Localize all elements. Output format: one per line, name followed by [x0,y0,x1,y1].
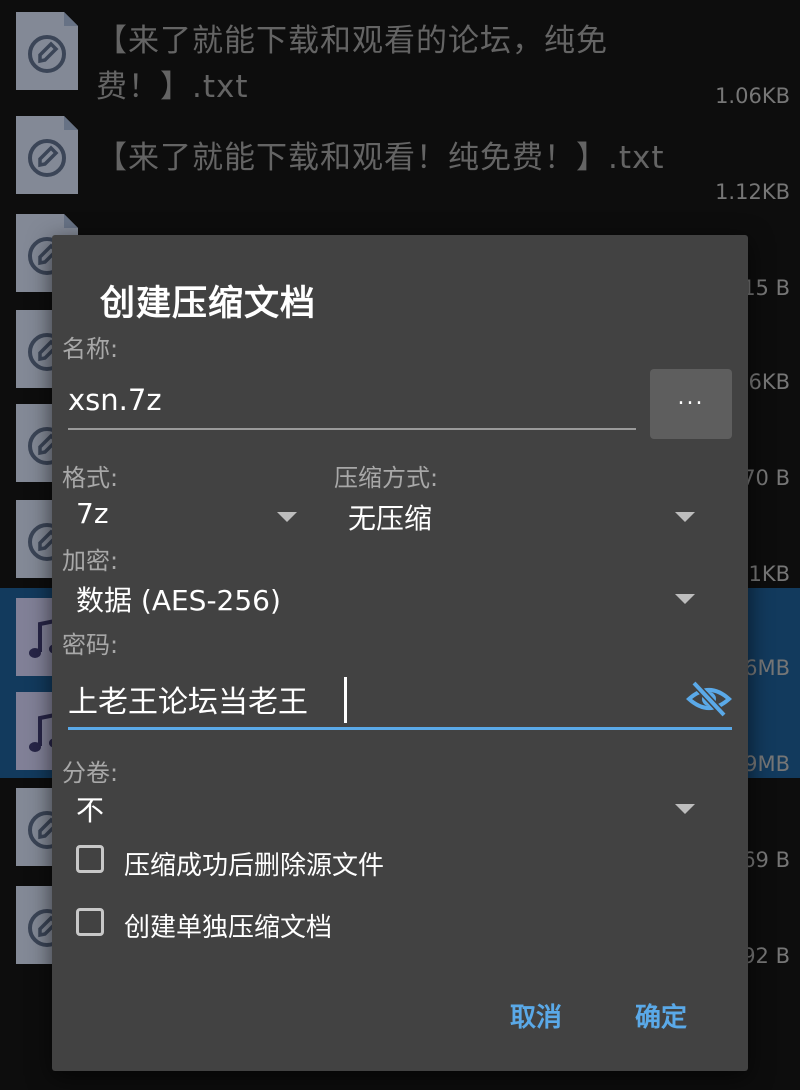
split-volume-label: 分卷: [62,759,119,787]
confirm-button[interactable]: 确定 [635,997,687,1034]
encryption-label: 加密: [62,547,119,575]
delete-source-checkbox-row[interactable]: 压缩成功后删除源文件 [72,839,492,885]
separate-archive-checkbox-row[interactable]: 创建单独压缩文档 [72,901,492,947]
browse-button[interactable]: ... [650,369,732,439]
cancel-button[interactable]: 取消 [510,997,562,1034]
split-volume-dropdown[interactable]: 不 [62,785,706,833]
eye-off-icon[interactable] [686,679,732,719]
name-input[interactable]: xsn.7z [68,383,162,417]
password-input-underline [68,727,732,730]
compression-method-dropdown[interactable]: 无压缩 [334,493,706,541]
split-volume-value: 不 [76,794,105,827]
caret-down-icon [675,594,695,604]
dialog-title: 创建压缩文档 [100,284,317,324]
format-value: 7z [76,497,109,530]
caret-down-icon [675,512,695,522]
delete-source-checkbox[interactable] [76,845,104,873]
separate-archive-checkbox[interactable] [76,908,104,936]
encryption-value: 数据 (AES-256) [76,584,281,617]
create-archive-dialog: 创建压缩文档 名称: xsn.7z ... 格式: 压缩方式: 7z 无压缩 加… [52,235,748,1071]
name-label: 名称: [62,335,119,363]
name-input-underline [68,428,636,430]
encryption-dropdown[interactable]: 数据 (AES-256) [62,575,706,623]
password-label: 密码: [62,631,119,659]
compression-method-label: 压缩方式: [334,464,439,492]
caret-down-icon [277,512,297,522]
format-dropdown[interactable]: 7z [62,493,308,541]
caret-down-icon [675,804,695,814]
separate-archive-label: 创建单独压缩文档 [124,913,333,943]
format-label: 格式: [62,464,119,492]
text-cursor [344,677,347,723]
compression-method-value: 无压缩 [348,502,433,535]
password-value: 上老王论坛当老王 [68,685,308,720]
password-input[interactable]: 上老王论坛当老王 [68,673,732,729]
delete-source-label: 压缩成功后删除源文件 [124,851,385,881]
